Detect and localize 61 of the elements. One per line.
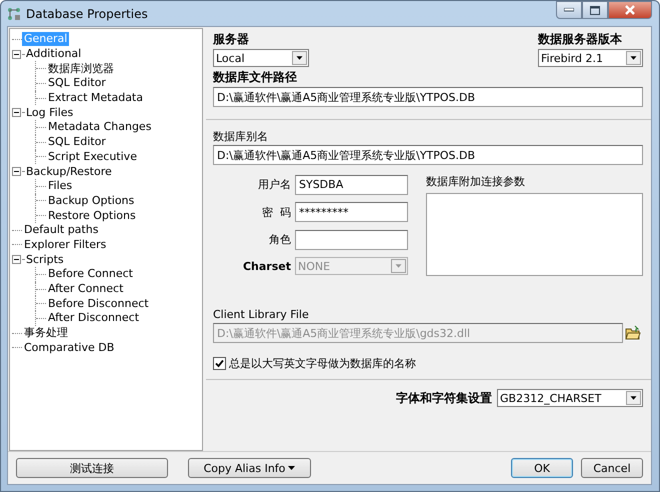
field-label: 用户名 [257, 177, 291, 192]
password-field[interactable]: ********* [295, 202, 408, 222]
tree-item[interactable]: Restore Options [46, 208, 138, 223]
font-charset-dropdown[interactable]: GB2312_CHARSET [497, 389, 643, 407]
tree-item[interactable]: Default paths [22, 223, 100, 238]
maximize-icon [590, 6, 600, 14]
alias-label: 数据库别名 [213, 129, 269, 144]
close-button[interactable] [608, 1, 652, 19]
tree-item[interactable]: Files [46, 179, 74, 194]
button[interactable]: Cancel [581, 458, 643, 478]
tree-item[interactable]: Metadata Changes [46, 120, 154, 134]
alias-field[interactable]: D:\赢通软件\赢通A5商业管理系统专业版\YTPOS.DB [213, 145, 643, 165]
field-label: Charset [242, 260, 291, 273]
tree-item[interactable]: Extract Metadata [46, 91, 145, 106]
file-path-field[interactable]: D:\赢通软件\赢通A5商业管理系统专业版\YTPOS.DB [213, 87, 643, 107]
minimize-button[interactable] [556, 1, 582, 19]
version-dropdown[interactable]: Firebird 2.1 [538, 49, 643, 67]
tree-item[interactable]: Explorer Filters [22, 238, 108, 252]
server-dropdown[interactable]: Local [213, 49, 309, 67]
tree-item[interactable]: After Connect [46, 282, 126, 296]
close-icon [624, 5, 636, 15]
tree-item[interactable]: Scripts [24, 252, 66, 267]
tree-item[interactable]: Comparative DB [22, 340, 116, 355]
field-label: 密 码 [261, 204, 291, 220]
params-label: 数据库附加连接参数 [426, 174, 526, 189]
maximize-button[interactable] [582, 1, 608, 19]
minimize-icon [564, 8, 574, 12]
file-path-label: 数据库文件路径 [213, 69, 298, 86]
input-field[interactable] [295, 230, 408, 250]
tree-item[interactable]: Log Files [24, 106, 76, 120]
folder-icon[interactable] [625, 325, 641, 341]
checkbox[interactable] [213, 357, 226, 370]
menu-button[interactable]: Copy Alias Info [188, 458, 311, 478]
tree-item[interactable]: Backup/Restore [24, 164, 114, 179]
tree-item[interactable]: Before Connect [46, 267, 135, 282]
tree-item[interactable]: SQL Editor [46, 135, 108, 150]
tree-item[interactable]: Script Executive [46, 150, 139, 164]
button[interactable]: 测试连接 [16, 458, 168, 478]
params-field[interactable] [426, 193, 643, 276]
collapse-icon[interactable] [12, 108, 21, 118]
button[interactable]: OK [511, 458, 573, 478]
checkbox-label: 总是以大写英文字母做为数据库的名称 [229, 356, 416, 371]
server-version-label: 数据服务器版本 [538, 31, 623, 48]
client-library-label: Client Library File [213, 308, 310, 321]
tree-item[interactable]: Additional [24, 47, 84, 62]
tree-item[interactable]: SQL Editor [46, 76, 108, 90]
tree-item[interactable]: After Disconnect [46, 311, 142, 326]
app-icon [7, 6, 21, 20]
tree-item[interactable]: Backup Options [46, 194, 136, 208]
input-field[interactable]: SYSDBA [295, 174, 408, 195]
tree-item[interactable]: 数据库浏览器 [46, 62, 116, 76]
field-label: 角色 [268, 232, 291, 248]
collapse-icon[interactable] [12, 167, 21, 176]
tree-item[interactable]: Before Disconnect [46, 296, 151, 311]
caret-icon [288, 466, 296, 470]
font-charset-label: 字体和字符集设置 [396, 390, 492, 406]
collapse-icon[interactable] [12, 50, 21, 59]
server-label: 服务器 [213, 31, 250, 48]
tree-item[interactable]: 事务处理 [22, 326, 70, 340]
collapse-icon[interactable] [12, 255, 21, 264]
window-title: Database Properties [26, 6, 149, 20]
